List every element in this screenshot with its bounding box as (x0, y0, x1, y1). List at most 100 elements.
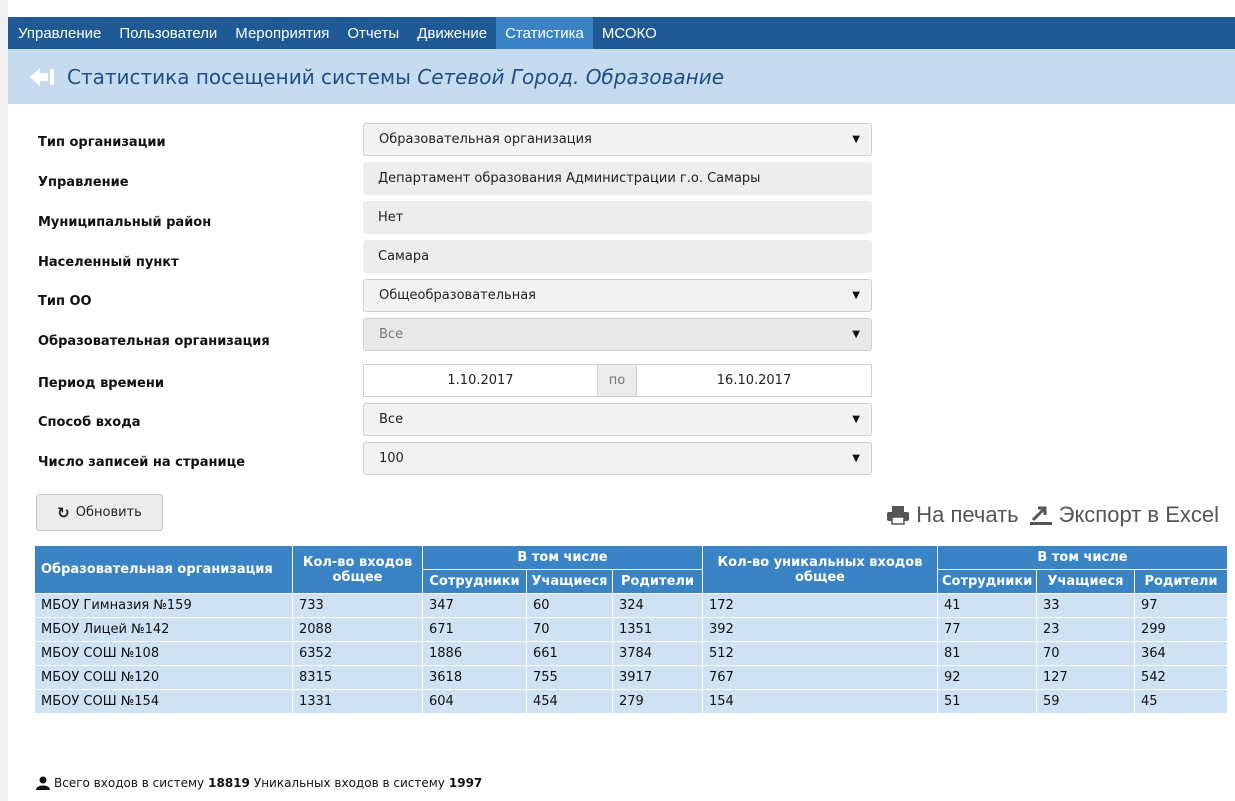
edu-org-select[interactable]: Все ▼ (363, 318, 872, 351)
stats-table: Образовательная организация Кол-во входо… (34, 545, 1228, 714)
header-unique-parents: Родители (1134, 569, 1228, 594)
summary-total-value: 18819 (208, 776, 250, 790)
cell-org: МБОУ СОШ №108 (34, 641, 293, 666)
chevron-down-icon: ▼ (852, 414, 860, 425)
oo-type-select[interactable]: Общеобразовательная ▼ (363, 279, 872, 312)
page-title-prefix: Статистика посещений системы (67, 64, 411, 89)
cell-staff: 604 (422, 689, 527, 714)
page-size-value: 100 (379, 451, 404, 466)
cell-unique: 154 (702, 689, 938, 714)
header-total: Кол-во входов общее (292, 545, 423, 594)
print-link[interactable]: На печать (886, 502, 1019, 528)
cell-unique-staff: 77 (937, 617, 1037, 642)
table-row: МБОУ Гимназия №159 733 347 60 324 172 41… (34, 593, 1228, 618)
cell-unique-parents: 364 (1134, 641, 1228, 666)
cell-org: МБОУ Лицей №142 (34, 617, 293, 642)
period-separator-label: по (608, 373, 626, 388)
cell-unique-students: 33 (1036, 593, 1135, 618)
print-label: На печать (916, 502, 1019, 527)
cell-unique-staff: 41 (937, 593, 1037, 618)
export-actions: На печать Экспорт в Excel (886, 497, 1219, 533)
period-separator: по (598, 364, 636, 397)
cell-staff: 671 (422, 617, 527, 642)
page-title-system-name: Сетевой Город. Образование (417, 64, 725, 89)
nav-item-events[interactable]: Мероприятия (226, 17, 338, 49)
management-label: Управление (38, 175, 129, 190)
edu-org-label: Образовательная организация (38, 334, 270, 349)
edu-org-value: Все (379, 327, 404, 342)
nav-item-management[interactable]: Управление (8, 17, 110, 49)
cell-total: 733 (292, 593, 423, 618)
cell-org: МБОУ Гимназия №159 (34, 593, 293, 618)
cell-unique-parents: 542 (1134, 665, 1228, 690)
table-row: МБОУ Лицей №142 2088 671 70 1351 392 77 … (34, 617, 1228, 642)
refresh-button[interactable]: ↻ Обновить (36, 494, 163, 531)
cell-unique: 512 (702, 641, 938, 666)
page: Управление Пользователи Мероприятия Отче… (0, 0, 1235, 801)
cell-parents: 324 (612, 593, 703, 618)
refresh-button-label: Обновить (75, 505, 142, 520)
nav-item-reports[interactable]: Отчеты (338, 17, 408, 49)
title-bar: Статистика посещений системы Сетевой Гор… (8, 49, 1235, 104)
locality-field: Самара (363, 240, 872, 273)
export-excel-link[interactable]: Экспорт в Excel (1029, 502, 1219, 528)
chevron-down-icon: ▼ (852, 134, 860, 145)
back-arrow-icon[interactable] (27, 66, 57, 88)
date-from-input[interactable]: 1.10.2017 (363, 364, 598, 397)
summary-unique-label: Уникальных входов в систему (253, 776, 445, 790)
user-icon (36, 776, 50, 790)
cell-unique-parents: 97 (1134, 593, 1228, 618)
org-type-select[interactable]: Образовательная организация ▼ (363, 123, 872, 156)
summary-total-label: Всего входов в систему (54, 776, 205, 790)
cell-students: 60 (526, 593, 613, 618)
nav-item-msoko[interactable]: МСОКО (593, 17, 666, 49)
cell-parents: 3917 (612, 665, 703, 690)
header-unique: Кол-во уникальных входов общее (702, 545, 938, 594)
cell-unique: 392 (702, 617, 938, 642)
cell-unique-students: 70 (1036, 641, 1135, 666)
date-from-value: 1.10.2017 (447, 373, 514, 388)
cell-students: 661 (526, 641, 613, 666)
export-label: Экспорт в Excel (1058, 502, 1219, 527)
login-method-select[interactable]: Все ▼ (363, 403, 872, 436)
cell-parents: 3784 (612, 641, 703, 666)
cell-unique-staff: 51 (937, 689, 1037, 714)
printer-icon (887, 506, 910, 525)
cell-unique-parents: 45 (1134, 689, 1228, 714)
nav-item-users[interactable]: Пользователи (110, 17, 226, 49)
cell-parents: 279 (612, 689, 703, 714)
date-to-input[interactable]: 16.10.2017 (636, 364, 872, 397)
table-row: МБОУ СОШ №120 8315 3618 755 3917 767 92 … (34, 665, 1228, 690)
date-to-value: 16.10.2017 (716, 373, 792, 388)
cell-org: МБОУ СОШ №154 (34, 689, 293, 714)
summary-unique-value: 1997 (448, 776, 483, 790)
header-unique-students: Учащиеся (1036, 569, 1135, 594)
locality-label: Населенный пункт (38, 255, 179, 270)
cell-unique-staff: 92 (937, 665, 1037, 690)
management-field: Департамент образования Администрации г.… (363, 162, 872, 195)
left-edge (0, 0, 8, 801)
org-type-label: Тип организации (38, 135, 166, 150)
district-value: Нет (378, 210, 404, 225)
header-org: Образовательная организация (34, 545, 293, 594)
nav-item-statistics[interactable]: Статистика (496, 17, 593, 49)
district-field: Нет (363, 201, 872, 234)
page-title: Статистика посещений системы Сетевой Гор… (67, 65, 724, 89)
district-label: Муниципальный район (38, 215, 212, 230)
header-unique-staff: Сотрудники (937, 569, 1037, 594)
login-method-label: Способ входа (38, 415, 141, 430)
cell-unique: 767 (702, 665, 938, 690)
header-students: Учащиеся (526, 569, 613, 594)
header-incl-2: В том числе (937, 545, 1228, 570)
cell-staff: 3618 (422, 665, 527, 690)
page-size-select[interactable]: 100 ▼ (363, 442, 872, 475)
cell-total: 6352 (292, 641, 423, 666)
cell-unique: 172 (702, 593, 938, 618)
chevron-down-icon: ▼ (852, 290, 860, 301)
nav-item-movement[interactable]: Движение (408, 17, 496, 49)
cell-unique-students: 23 (1036, 617, 1135, 642)
cell-students: 755 (526, 665, 613, 690)
oo-type-value: Общеобразовательная (379, 288, 537, 303)
cell-staff: 347 (422, 593, 527, 618)
cell-unique-students: 59 (1036, 689, 1135, 714)
